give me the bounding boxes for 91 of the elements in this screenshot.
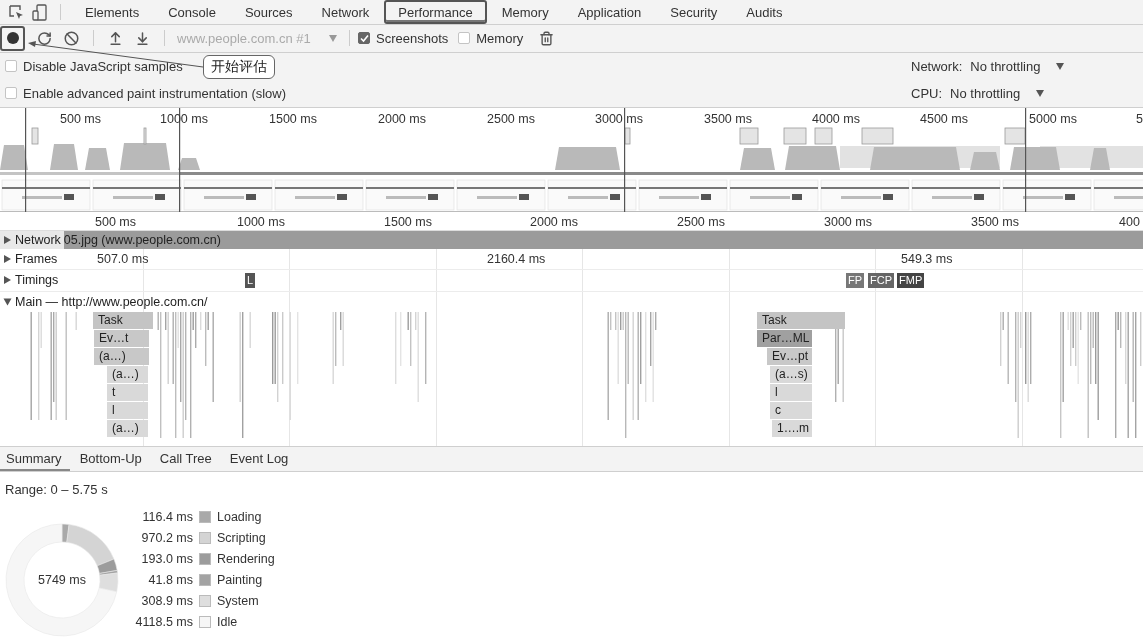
frame-duration: 507.0 ms bbox=[97, 251, 149, 266]
panel-tab[interactable]: Network bbox=[307, 0, 384, 25]
flame-block[interactable]: (a…s) bbox=[770, 365, 812, 383]
panel-tab[interactable]: Security bbox=[656, 0, 732, 25]
flame-block[interactable]: (a…) bbox=[94, 347, 149, 365]
flame-block[interactable]: Ev…t bbox=[94, 329, 149, 347]
time-tick-label: 2500 ms bbox=[677, 214, 725, 229]
device-icon[interactable] bbox=[32, 3, 48, 21]
legend-value: 193.0 ms bbox=[140, 553, 193, 566]
checkbox-label: Disable JavaScript samples bbox=[23, 58, 183, 74]
details-tab[interactable]: Bottom-Up bbox=[73, 446, 150, 471]
time-tick-label: 500 ms bbox=[95, 214, 136, 229]
flame-block[interactable]: Ev…pt bbox=[767, 347, 812, 365]
throttle-select[interactable]: No throttling bbox=[970, 58, 1065, 74]
throttle-select[interactable]: No throttling bbox=[950, 85, 1045, 101]
time-tick-label: 4000 ms bbox=[812, 111, 860, 126]
panel-tab[interactable]: Performance bbox=[384, 0, 487, 25]
legend-label: Scripting bbox=[217, 532, 267, 545]
upload-icon[interactable] bbox=[108, 31, 123, 46]
legend-label: Idle bbox=[217, 616, 239, 629]
time-tick-label: 1500 ms bbox=[269, 111, 317, 126]
time-tick-label: 1000 ms bbox=[237, 214, 285, 229]
inspect-icon[interactable] bbox=[8, 4, 24, 21]
time-tick-label: 500 ms bbox=[60, 111, 101, 126]
checkbox[interactable] bbox=[5, 60, 17, 73]
legend-value: 970.2 ms bbox=[140, 532, 193, 545]
legend-label: Loading bbox=[217, 511, 263, 524]
flame-block[interactable]: Task bbox=[757, 311, 845, 329]
time-tick-label: 5000 ms bbox=[1029, 111, 1077, 126]
flame-block[interactable]: c bbox=[770, 401, 812, 419]
time-tick-label: 5 bbox=[1136, 111, 1143, 126]
time-tick-label: 2500 ms bbox=[487, 111, 535, 126]
timing-marker[interactable]: FP bbox=[846, 272, 865, 288]
panel-tab[interactable]: Sources bbox=[230, 0, 307, 25]
checkbox[interactable] bbox=[358, 32, 370, 45]
flame-block[interactable]: Par…ML bbox=[757, 329, 812, 347]
panel-tab[interactable]: Console bbox=[154, 0, 230, 25]
legend-value: 4118.5 ms bbox=[134, 616, 193, 629]
frame-duration: 549.3 ms bbox=[901, 251, 953, 266]
timing-marker[interactable]: FCP bbox=[868, 272, 894, 288]
track-header[interactable]: Timings bbox=[0, 269, 62, 291]
range-label: Range: 0 – 5.75 s bbox=[5, 482, 109, 497]
panel-tab[interactable]: Application bbox=[563, 0, 656, 25]
legend-label: Rendering bbox=[217, 553, 275, 566]
time-tick-label: 400 bbox=[1119, 214, 1140, 229]
throttle-label: Network: bbox=[911, 58, 963, 74]
time-tick-label: 3000 ms bbox=[595, 111, 643, 126]
record-button[interactable] bbox=[0, 26, 25, 51]
legend-label: System bbox=[217, 595, 260, 608]
legend-value: 116.4 ms bbox=[141, 511, 193, 524]
time-tick-label: 1500 ms bbox=[384, 214, 432, 229]
download-icon[interactable] bbox=[135, 31, 150, 46]
flame-block[interactable]: l bbox=[107, 401, 148, 419]
flame-block[interactable]: (a…) bbox=[107, 419, 148, 437]
time-tick-label: 4500 ms bbox=[920, 111, 968, 126]
timing-marker[interactable]: FMP bbox=[897, 272, 925, 288]
trash-icon[interactable] bbox=[539, 31, 555, 46]
details-tab[interactable]: Call Tree bbox=[153, 446, 220, 471]
time-tick-label: 2000 ms bbox=[530, 214, 578, 229]
clear-icon[interactable] bbox=[64, 31, 79, 46]
panel-tab[interactable]: Elements bbox=[71, 0, 154, 25]
flame-block[interactable]: 1….m bbox=[772, 419, 812, 437]
checkbox-label: Enable advanced paint instrumentation (slow) bbox=[23, 85, 287, 101]
time-tick-label: 3000 ms bbox=[824, 214, 872, 229]
panel-tab[interactable]: Memory bbox=[487, 0, 563, 25]
flame-block[interactable]: Task bbox=[93, 311, 153, 329]
callout-label: 开始评估 bbox=[203, 55, 275, 79]
request-label: 05.jpg (www.people.com.cn) bbox=[63, 232, 221, 247]
legend-label: Painting bbox=[217, 574, 264, 587]
time-tick-label: 3500 ms bbox=[971, 214, 1019, 229]
total-time: 5749 ms bbox=[38, 573, 86, 587]
track-header[interactable]: Main — http://www.people.com.cn/ bbox=[0, 291, 211, 312]
track-header[interactable]: Frames bbox=[0, 248, 61, 269]
checkbox-label: Memory bbox=[476, 31, 524, 46]
flame-block[interactable]: (a…) bbox=[107, 365, 148, 383]
flame-block[interactable]: t bbox=[107, 383, 148, 401]
legend-value: 308.9 ms bbox=[140, 595, 193, 608]
throttle-label: CPU: bbox=[911, 85, 943, 101]
frame-duration: 2160.4 ms bbox=[487, 251, 546, 266]
checkbox-label: Screenshots bbox=[376, 31, 449, 46]
panel-tab[interactable]: Audits bbox=[732, 0, 797, 25]
checkbox[interactable] bbox=[458, 32, 471, 45]
reload-icon[interactable] bbox=[37, 31, 52, 46]
timing-marker[interactable]: L bbox=[245, 272, 256, 288]
details-tab[interactable]: Summary bbox=[0, 446, 70, 471]
legend-value: 41.8 ms bbox=[147, 574, 193, 587]
time-tick-label: 2000 ms bbox=[378, 111, 426, 126]
checkbox[interactable] bbox=[5, 87, 17, 100]
time-tick-label: 3500 ms bbox=[704, 111, 752, 126]
flame-block[interactable]: l bbox=[770, 383, 812, 401]
details-tab[interactable]: Event Log bbox=[223, 446, 297, 471]
